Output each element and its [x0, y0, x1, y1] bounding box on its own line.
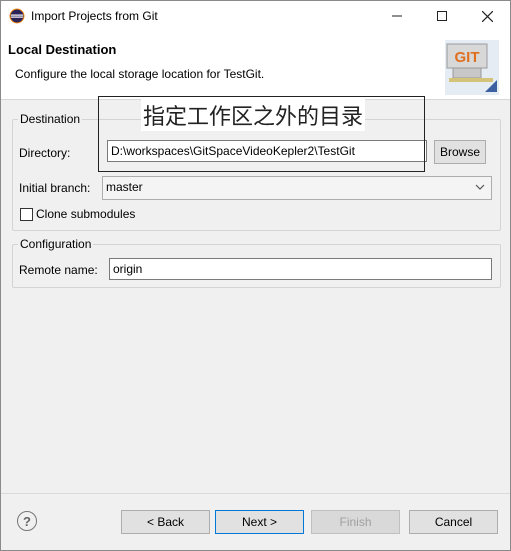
annotation-text: 指定工作区之外的目录	[141, 99, 366, 131]
window-title: Import Projects from Git	[31, 9, 158, 23]
close-button[interactable]	[464, 1, 510, 31]
initial-branch-label: Initial branch:	[19, 181, 91, 195]
page-title: Local Destination	[8, 42, 117, 57]
initial-branch-value: master	[106, 180, 143, 194]
git-logo-text: GIT	[455, 49, 480, 66]
eclipse-icon	[9, 8, 25, 24]
page-description: Configure the local storage location for…	[15, 67, 265, 81]
title-bar: Import Projects from Git	[1, 1, 510, 31]
footer-separator	[1, 493, 510, 494]
back-button[interactable]: < Back	[121, 510, 210, 534]
minimize-icon	[392, 15, 402, 17]
configuration-group-label: Configuration	[18, 237, 94, 251]
finish-button[interactable]: Finish	[311, 510, 400, 534]
remote-name-label: Remote name:	[19, 263, 98, 277]
wizard-header: Local Destination Configure the local st…	[1, 31, 510, 100]
browse-button[interactable]: Browse	[434, 140, 486, 164]
git-logo-icon: GIT	[445, 40, 499, 95]
minimize-button[interactable]	[374, 1, 420, 31]
initial-branch-select[interactable]: master	[102, 176, 492, 200]
directory-label: Directory:	[19, 146, 71, 160]
maximize-icon	[437, 11, 447, 21]
close-icon	[481, 10, 493, 22]
clone-submodules-label: Clone submodules	[36, 207, 136, 221]
next-button[interactable]: Next >	[215, 510, 304, 534]
help-icon[interactable]: ?	[17, 511, 37, 531]
remote-name-input[interactable]: origin	[109, 258, 492, 280]
maximize-button[interactable]	[419, 1, 465, 31]
clone-submodules-checkbox[interactable]	[20, 208, 33, 221]
import-dialog: Import Projects from Git Local Destinati…	[0, 0, 511, 551]
chevron-down-icon	[475, 184, 485, 190]
destination-group-label: Destination	[18, 112, 83, 126]
cancel-button[interactable]: Cancel	[409, 510, 498, 534]
